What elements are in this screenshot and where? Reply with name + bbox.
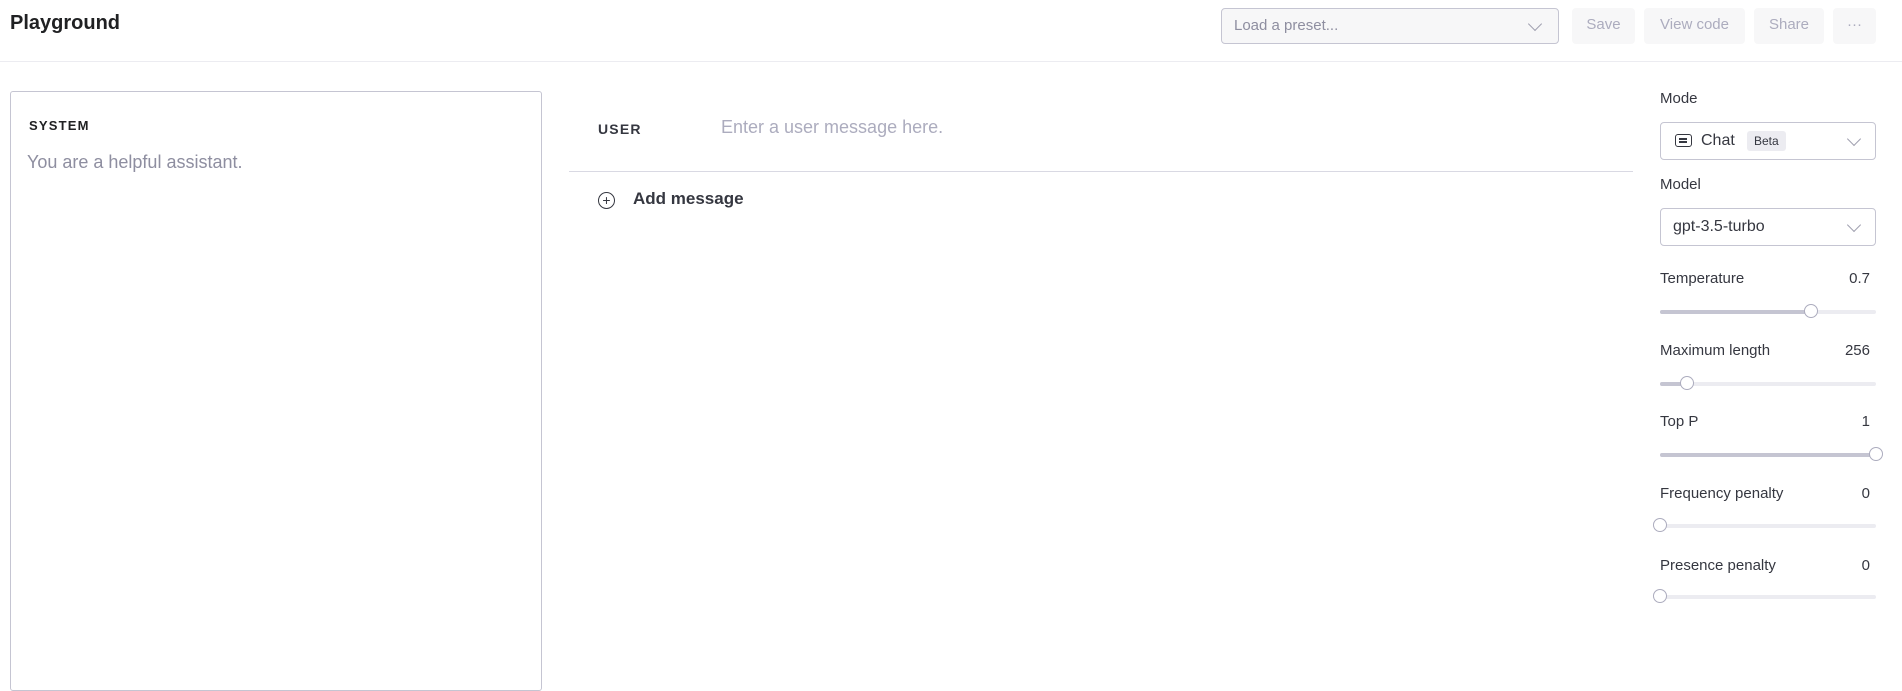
slider-value[interactable]: 1 [1862,413,1870,430]
slider-value[interactable]: 0 [1862,557,1870,574]
chevron-down-icon [1846,131,1862,147]
mode-select[interactable]: Chat Beta [1660,122,1876,160]
share-button[interactable]: Share [1754,8,1824,44]
slider-fill [1660,310,1812,314]
system-message-box[interactable]: SYSTEM You are a helpful assistant. [10,91,542,691]
slider-value[interactable]: 256 [1845,342,1870,359]
page-title: Playground [10,12,121,34]
user-role-label[interactable]: USER [598,121,642,137]
slider[interactable] [1660,447,1883,462]
slider[interactable] [1653,589,1876,604]
system-input[interactable]: You are a helpful assistant. [27,152,242,173]
slider-value[interactable]: 0 [1862,485,1870,502]
chevron-down-icon [1846,217,1862,233]
slider-value[interactable]: 0.7 [1849,270,1870,287]
mode-value: Chat [1701,132,1735,149]
slider[interactable] [1660,304,1876,319]
slider-track[interactable] [1660,524,1876,528]
slider-thumb[interactable] [1653,589,1667,603]
view-code-button[interactable]: View code [1644,8,1745,44]
chevron-down-icon [1527,16,1543,32]
user-message-input[interactable]: Enter a user message here. [721,117,943,138]
slider-thumb[interactable] [1653,518,1667,532]
model-value: gpt-3.5-turbo [1673,218,1765,235]
slider[interactable] [1660,376,1876,391]
chat-icon [1675,134,1692,147]
slider-label: Temperature [1660,270,1745,287]
slider-fill [1660,453,1876,457]
plus-circle-icon: + [598,192,615,209]
slider-thumb[interactable] [1680,376,1694,390]
slider-thumb[interactable] [1869,447,1883,461]
beta-badge: Beta [1747,131,1786,151]
slider[interactable] [1653,518,1876,533]
slider-track[interactable] [1660,595,1876,599]
header: Playground Load a preset... Save View co… [0,0,1902,62]
slider-thumb[interactable] [1804,304,1819,318]
preset-select[interactable]: Load a preset... [1221,8,1559,44]
add-message-label: Add message [633,189,744,208]
model-label: Model [1660,176,1701,193]
save-button[interactable]: Save [1572,8,1635,44]
model-select[interactable]: gpt-3.5-turbo [1660,208,1876,246]
more-options-button[interactable]: ··· [1833,8,1876,44]
slider-label: Frequency penalty [1660,485,1784,502]
preset-placeholder: Load a preset... [1234,17,1339,34]
slider-label: Maximum length [1660,342,1771,359]
mode-label: Mode [1660,90,1698,107]
system-label: SYSTEM [29,118,90,133]
message-divider [569,171,1633,172]
slider-label: Presence penalty [1660,557,1776,574]
slider-label: Top P [1660,413,1699,430]
